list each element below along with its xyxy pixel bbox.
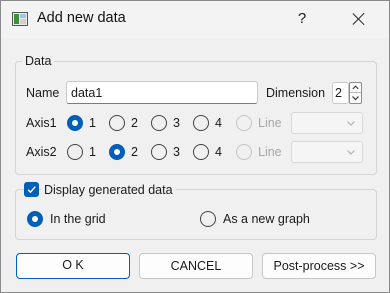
window-title: Add new data (37, 10, 126, 26)
axis1-radio-3-label: 3 (173, 116, 180, 130)
axis2-radio-4-label: 4 (215, 145, 222, 159)
axis2-radio-1[interactable] (67, 144, 83, 160)
spin-down-icon[interactable] (350, 93, 361, 103)
in-grid-radio[interactable] (27, 211, 43, 227)
dimension-label: Dimension (266, 86, 326, 100)
axis2-radio-3-label: 3 (173, 145, 180, 159)
in-grid-label[interactable]: In the grid (50, 211, 106, 227)
axis2-radio-3[interactable] (151, 144, 167, 160)
axis1-radio-3[interactable] (151, 115, 167, 131)
close-icon[interactable] (345, 7, 373, 31)
axis1-radio-2-label: 2 (131, 116, 138, 130)
axis1-radio-4[interactable] (193, 115, 209, 131)
cancel-button[interactable]: CANCEL (139, 253, 253, 279)
axis1-radio-4-label: 4 (215, 116, 222, 130)
app-icon (12, 12, 28, 26)
axis2-radio-2[interactable] (109, 144, 125, 160)
axis1-line-label: Line (258, 116, 282, 130)
name-input[interactable]: data1 (66, 81, 258, 104)
axis2-radio-1-label: 1 (89, 145, 96, 159)
axis2-line-combo (291, 141, 363, 163)
title-bar[interactable]: Add new data ? (1, 1, 389, 38)
axis1-radio-1-label: 1 (89, 116, 96, 130)
spin-up-icon[interactable] (350, 83, 361, 93)
axis1-line-radio (236, 115, 252, 131)
axis1-radio-2[interactable] (109, 115, 125, 131)
checkmark-icon (27, 186, 36, 194)
axis2-line-label: Line (258, 145, 282, 159)
display-generated-checkbox[interactable] (24, 182, 39, 197)
data-group-legend: Data (22, 54, 55, 68)
axis1-radio-1[interactable] (67, 115, 83, 131)
new-graph-radio[interactable] (200, 211, 216, 227)
axis1-line-combo (291, 112, 363, 134)
display-generated-label[interactable]: Display generated data (41, 183, 176, 197)
add-new-data-dialog: Add new data ? Data Name data1 Dimension… (0, 0, 390, 293)
new-graph-label[interactable]: As a new graph (223, 211, 310, 227)
dimension-spinner[interactable] (349, 82, 362, 104)
axis1-label: Axis1 (26, 116, 57, 130)
axis2-radio-4[interactable] (193, 144, 209, 160)
dimension-input[interactable]: 2 (332, 82, 349, 104)
axis2-label: Axis2 (26, 145, 57, 159)
help-button[interactable]: ? (292, 8, 312, 30)
chevron-down-icon (347, 150, 355, 155)
axis2-line-radio (236, 144, 252, 160)
post-process-button[interactable]: Post-process >> (262, 253, 376, 279)
chevron-down-icon (347, 121, 355, 126)
name-label: Name (26, 86, 60, 100)
axis2-radio-2-label: 2 (131, 145, 138, 159)
ok-button[interactable]: O K (16, 253, 130, 279)
